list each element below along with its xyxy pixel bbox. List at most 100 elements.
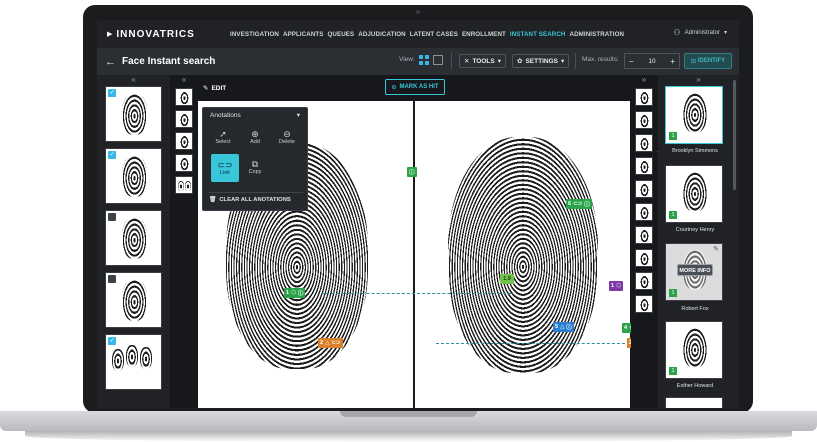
minutia-marker-1[interactable]: 1 ⬡ ⓘ: [284, 288, 306, 298]
divider: [575, 53, 576, 69]
list-view-icon[interactable]: [433, 55, 443, 65]
fingerprint-image: [185, 181, 191, 191]
mini-thumbnail[interactable]: [635, 157, 653, 175]
link-tool[interactable]: ⊂⊃ Link: [211, 154, 239, 182]
candidates-panel: » 1 Brooklyn Simmons 1 Courtney Henry #3…: [658, 75, 739, 408]
delete-label: Delete: [279, 139, 295, 145]
laptop-frame: ▶ INNOVATRICS INVESTIGATION APPLICANTS Q…: [0, 0, 817, 442]
mini-thumbnail[interactable]: [635, 180, 653, 198]
collapse-left-icon[interactable]: «: [97, 75, 170, 85]
comparison-canvas[interactable]: ✎ EDIT ⊙ MARK AS HIT 1.9 1 ⬡ ⓘ 2 △ ⊂⊃ ⓘ …: [198, 75, 652, 408]
collapse-mini-icon[interactable]: «: [171, 75, 197, 85]
nav-investigation[interactable]: INVESTIGATION: [230, 31, 279, 38]
chevron-down-icon[interactable]: ▾: [297, 111, 300, 119]
chevron-down-icon: ▾: [497, 58, 501, 65]
mini-thumbnail[interactable]: [635, 88, 653, 106]
mini-thumbnail[interactable]: [175, 154, 193, 172]
checkbox-unchecked[interactable]: [108, 275, 116, 283]
minutia-marker-6[interactable]: 6 ⊂⊃ ⓘ: [566, 199, 592, 209]
select-tool[interactable]: ➚ Select: [211, 126, 235, 148]
probe-thumbnail-1[interactable]: ✓: [105, 86, 162, 142]
mini-thumbnail[interactable]: [175, 132, 193, 150]
expand-right-icon[interactable]: »: [631, 75, 657, 85]
minutia-marker-5[interactable]: 5 △ ⓘ: [553, 322, 574, 332]
settings-button[interactable]: ✿ SETTINGS ▾: [512, 54, 570, 68]
annotations-header[interactable]: Anotations ▾: [203, 108, 307, 122]
candidate-card-1[interactable]: 1: [665, 86, 723, 144]
view-label: View:: [399, 56, 415, 63]
plus-circle-icon: ⊕: [251, 129, 259, 139]
link-label: Link: [219, 170, 231, 176]
link-line: [436, 343, 630, 344]
user-menu[interactable]: ⚇ Administrator ▾: [673, 28, 727, 37]
mini-thumbnail[interactable]: [635, 295, 653, 313]
copy-tool[interactable]: ⧉ Copy: [243, 156, 267, 178]
probe-thumbnail-5[interactable]: ✓: [105, 334, 162, 390]
candidate-card-3[interactable]: #3 ✎ MORE INFO 1: [665, 243, 723, 301]
checkbox-checked[interactable]: ✓: [108, 151, 116, 159]
candidate-card-2[interactable]: 1: [665, 165, 723, 223]
rank-badge: 1: [669, 289, 677, 297]
candidates-scrollbar[interactable]: [733, 80, 736, 190]
delete-tool[interactable]: ⊖ Delete: [275, 126, 299, 148]
minutia-marker-1-candidate[interactable]: 1 ⬡: [609, 281, 623, 291]
candidate-card-4[interactable]: 1: [665, 321, 723, 379]
minus-icon[interactable]: −: [629, 57, 634, 66]
mini-thumbnail[interactable]: [635, 111, 653, 129]
grid-view-icon[interactable]: [419, 55, 429, 65]
checkbox-checked[interactable]: ✓: [108, 337, 116, 345]
divider: [451, 53, 452, 69]
candidate-name: Brooklyn Simmons: [672, 148, 718, 154]
pin-icon[interactable]: ✎: [713, 245, 719, 253]
nav-instant-search[interactable]: INSTANT SEARCH: [510, 31, 566, 38]
nav-adjudication[interactable]: ADJUDICATION: [358, 31, 406, 38]
mini-thumbnail[interactable]: [175, 88, 193, 106]
fingerprint-image: [122, 279, 147, 321]
checkbox-checked[interactable]: ✓: [108, 89, 116, 97]
link-icon: ⊂⊃: [573, 201, 583, 207]
edit-button[interactable]: ✎ EDIT: [203, 81, 226, 95]
plus-icon[interactable]: +: [670, 57, 675, 66]
probe-thumbnail-3[interactable]: [105, 210, 162, 266]
tools-icon: ✕: [464, 58, 470, 65]
annotations-title: Anotations: [210, 111, 241, 119]
max-results-value[interactable]: 10: [648, 58, 655, 65]
marker-number: 5: [555, 324, 559, 330]
identify-icon: ⊡: [690, 58, 696, 65]
marker-number: 6: [568, 201, 572, 207]
tools-button[interactable]: ✕ TOOLS ▾: [459, 54, 506, 68]
arrow-left-icon[interactable]: ←: [105, 56, 116, 68]
candidate-card-5[interactable]: [665, 397, 723, 408]
nav-latent-cases[interactable]: LATENT CASES: [410, 31, 458, 38]
identify-button[interactable]: ⊡ IDENTIFY: [684, 53, 732, 69]
minutia-marker-top[interactable]: ⓘ: [407, 167, 417, 177]
clear-all-annotations-button[interactable]: 🗑 CLEAR ALL ANOTATIONS: [209, 192, 303, 203]
mini-thumbnail[interactable]: [175, 110, 193, 128]
mini-thumbnail[interactable]: [635, 226, 653, 244]
probe-thumbnail-4[interactable]: [105, 272, 162, 328]
nav-queues[interactable]: QUEUES: [328, 31, 355, 38]
add-tool[interactable]: ⊕ Add: [243, 126, 267, 148]
marker-number: 4: [624, 325, 628, 331]
minutia-marker-2[interactable]: 2 △ ⊂⊃: [318, 338, 343, 348]
mini-thumbnail[interactable]: [175, 176, 193, 194]
logo-mark-icon: ▶: [107, 31, 114, 38]
triangle-icon: △: [560, 324, 565, 330]
checkbox-unchecked[interactable]: [108, 213, 116, 221]
mini-thumbnail[interactable]: [635, 249, 653, 267]
laptop-shadow: [25, 430, 792, 442]
more-info-button[interactable]: MORE INFO: [677, 264, 713, 276]
mark-as-hit-button[interactable]: ⊙ MARK AS HIT: [385, 79, 445, 95]
candidate-name: Esther Howard: [676, 383, 714, 389]
nav-enrollment[interactable]: ENROLLMENT: [462, 31, 506, 38]
right-mini-strip: »: [631, 75, 657, 408]
nav-applicants[interactable]: APPLICANTS: [283, 31, 324, 38]
expand-candidates-icon[interactable]: »: [658, 75, 739, 85]
mini-thumbnail[interactable]: [635, 203, 653, 221]
nav-administration[interactable]: ADMINISTRATION: [570, 31, 625, 38]
mini-thumbnail[interactable]: [635, 134, 653, 152]
probe-thumbnail-2[interactable]: ✓: [105, 148, 162, 204]
candidate-name: Robert Fox: [681, 306, 709, 312]
max-results-stepper[interactable]: − 10 +: [624, 53, 680, 69]
mini-thumbnail[interactable]: [635, 272, 653, 290]
